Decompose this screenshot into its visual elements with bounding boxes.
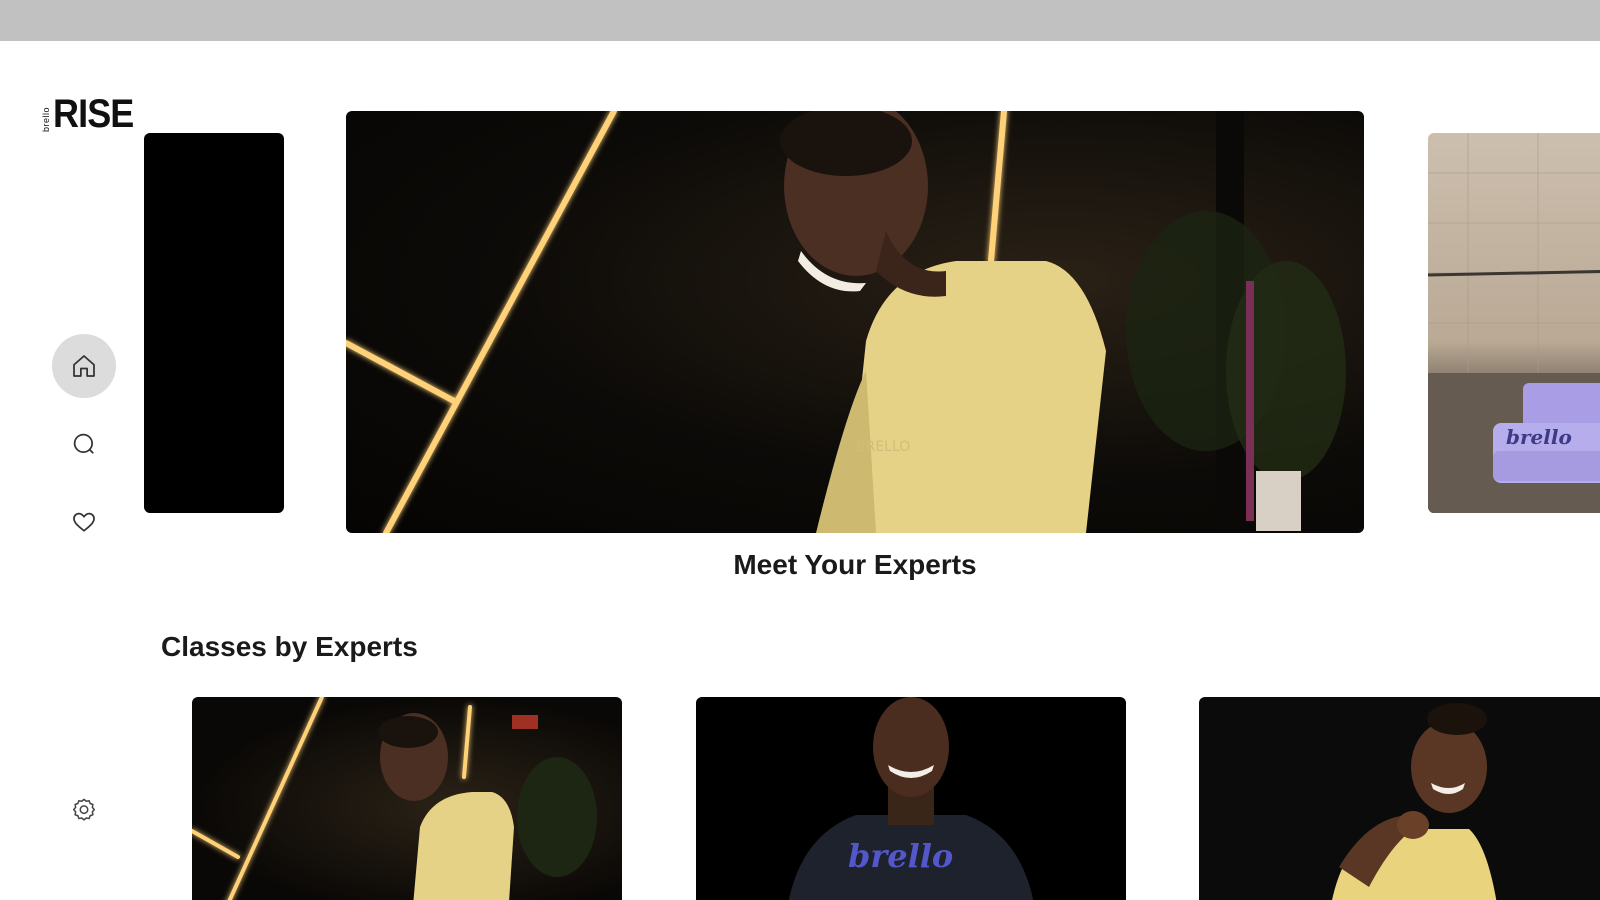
app-screen: brello RISE BRELLO brello Meet Your Expe… <box>0 41 1600 900</box>
nav-home-button[interactable] <box>52 334 116 398</box>
class-card-2[interactable]: brello <box>696 697 1126 900</box>
class-card-2-brand: brello <box>848 837 954 875</box>
nav-favorites-button[interactable] <box>52 490 116 554</box>
logo-wordmark: RISE <box>53 92 134 136</box>
search-icon <box>73 433 94 454</box>
section-title-classes: Classes by Experts <box>161 631 418 662</box>
next-card-image <box>1428 133 1600 513</box>
heart-icon <box>73 512 95 532</box>
nav-settings-button[interactable] <box>52 778 116 842</box>
class-card-3-image <box>1332 703 1497 900</box>
next-card-brand: brello <box>1506 425 1572 449</box>
class-card-1-image <box>192 697 597 900</box>
carousel-card-previous[interactable] <box>144 133 284 513</box>
system-status-bar <box>0 0 1600 41</box>
carousel-card-hero[interactable]: BRELLO <box>346 111 1364 533</box>
nav-search-button[interactable] <box>52 412 116 476</box>
app-logo: brello RISE <box>41 92 142 136</box>
gear-icon <box>73 798 95 821</box>
logo-brand-small: brello <box>41 106 51 132</box>
hero-caption: Meet Your Experts <box>733 549 977 580</box>
home-icon <box>73 355 95 377</box>
class-card-3[interactable] <box>1199 697 1600 900</box>
class-card-1[interactable] <box>192 697 622 900</box>
carousel-card-next[interactable]: brello <box>1428 133 1600 513</box>
hero-image: BRELLO <box>346 111 1346 533</box>
svg-text:BRELLO: BRELLO <box>856 439 910 455</box>
